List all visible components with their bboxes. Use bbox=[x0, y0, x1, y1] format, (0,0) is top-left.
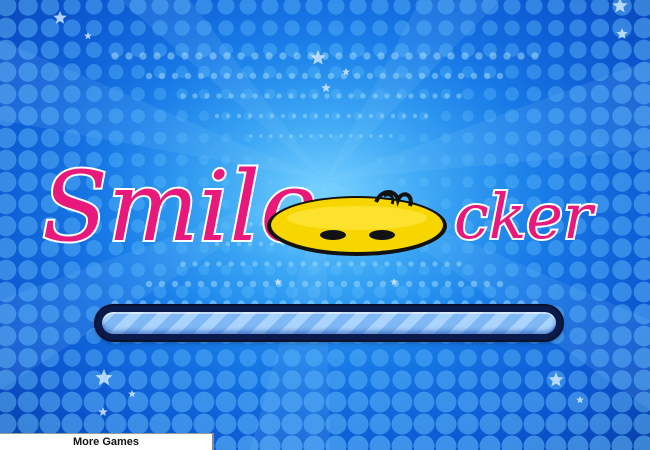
loading-bar bbox=[96, 306, 562, 340]
logo-text-cker: cker bbox=[454, 180, 596, 253]
loading-bar-fill bbox=[102, 312, 556, 334]
smiley-face-icon bbox=[267, 190, 447, 256]
game-stage[interactable]: Smile cker More Games bbox=[0, 0, 650, 450]
loading-bar-track bbox=[102, 312, 556, 334]
more-games-button[interactable]: More Games bbox=[0, 433, 214, 450]
